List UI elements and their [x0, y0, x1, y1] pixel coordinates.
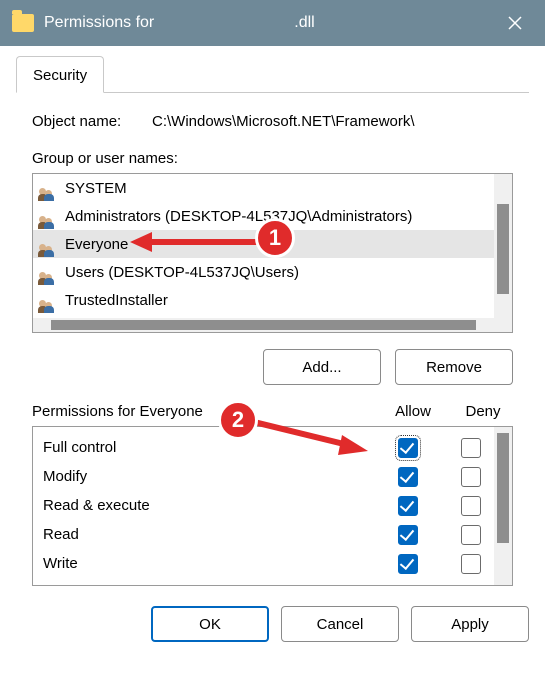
permission-name: Full control — [43, 439, 368, 456]
remove-button[interactable]: Remove — [395, 349, 513, 385]
user-name: Users (DESKTOP-4L537JQ\Users) — [65, 264, 299, 281]
user-row[interactable]: SYSTEM — [33, 174, 494, 202]
allow-column-header: Allow — [373, 403, 453, 420]
apply-button[interactable]: Apply — [411, 606, 529, 642]
user-name: Administrators (DESKTOP-4L537JQ\Administ… — [65, 208, 412, 225]
annotation-badge-1: 1 — [255, 218, 295, 258]
permissions-list: Full control Modify Read & execute Read Writ… — [32, 426, 513, 586]
folder-icon — [12, 14, 34, 32]
object-name-label: Object name: — [32, 113, 152, 130]
permission-name: Write — [43, 555, 368, 572]
deny-checkbox[interactable] — [461, 554, 481, 574]
allow-checkbox[interactable] — [398, 467, 418, 487]
group-list-label: Group or user names: — [32, 150, 513, 167]
deny-column-header: Deny — [453, 403, 513, 420]
tab-security[interactable]: Security — [16, 56, 104, 93]
user-name: TrustedInstaller — [65, 292, 168, 309]
user-name: Everyone — [65, 236, 128, 253]
user-row[interactable]: TrustedInstaller — [33, 286, 494, 314]
deny-checkbox[interactable] — [461, 467, 481, 487]
permission-row: Full control — [33, 433, 494, 462]
add-button[interactable]: Add... — [263, 349, 381, 385]
window-title: Permissions for.dll — [44, 14, 315, 32]
user-row[interactable]: Users (DESKTOP-4L537JQ\Users) — [33, 258, 494, 286]
annotation-badge-2: 2 — [218, 400, 258, 440]
permission-row: Modify — [33, 462, 494, 491]
permission-row: Write — [33, 549, 494, 578]
permission-name: Modify — [43, 468, 368, 485]
permission-row: Read — [33, 520, 494, 549]
ok-button[interactable]: OK — [151, 606, 269, 642]
permissions-for-label: Permissions for Everyone — [32, 403, 373, 420]
allow-checkbox[interactable] — [398, 438, 418, 458]
vertical-scrollbar[interactable] — [494, 174, 512, 332]
allow-checkbox[interactable] — [398, 496, 418, 516]
deny-checkbox[interactable] — [461, 438, 481, 458]
object-name-value: C:\Windows\Microsoft.NET\Framework\ — [152, 113, 415, 130]
permission-name: Read — [43, 526, 368, 543]
titlebar: Permissions for.dll — [0, 0, 545, 46]
permission-name: Read & execute — [43, 497, 368, 514]
deny-checkbox[interactable] — [461, 525, 481, 545]
allow-checkbox[interactable] — [398, 554, 418, 574]
tab-strip: Security — [16, 56, 529, 93]
permission-row: Read & execute — [33, 491, 494, 520]
vertical-scrollbar[interactable] — [494, 427, 512, 585]
close-button[interactable] — [495, 15, 535, 31]
deny-checkbox[interactable] — [461, 496, 481, 516]
horizontal-scrollbar[interactable] — [33, 318, 494, 332]
cancel-button[interactable]: Cancel — [281, 606, 399, 642]
allow-checkbox[interactable] — [398, 525, 418, 545]
user-name: SYSTEM — [65, 180, 127, 197]
